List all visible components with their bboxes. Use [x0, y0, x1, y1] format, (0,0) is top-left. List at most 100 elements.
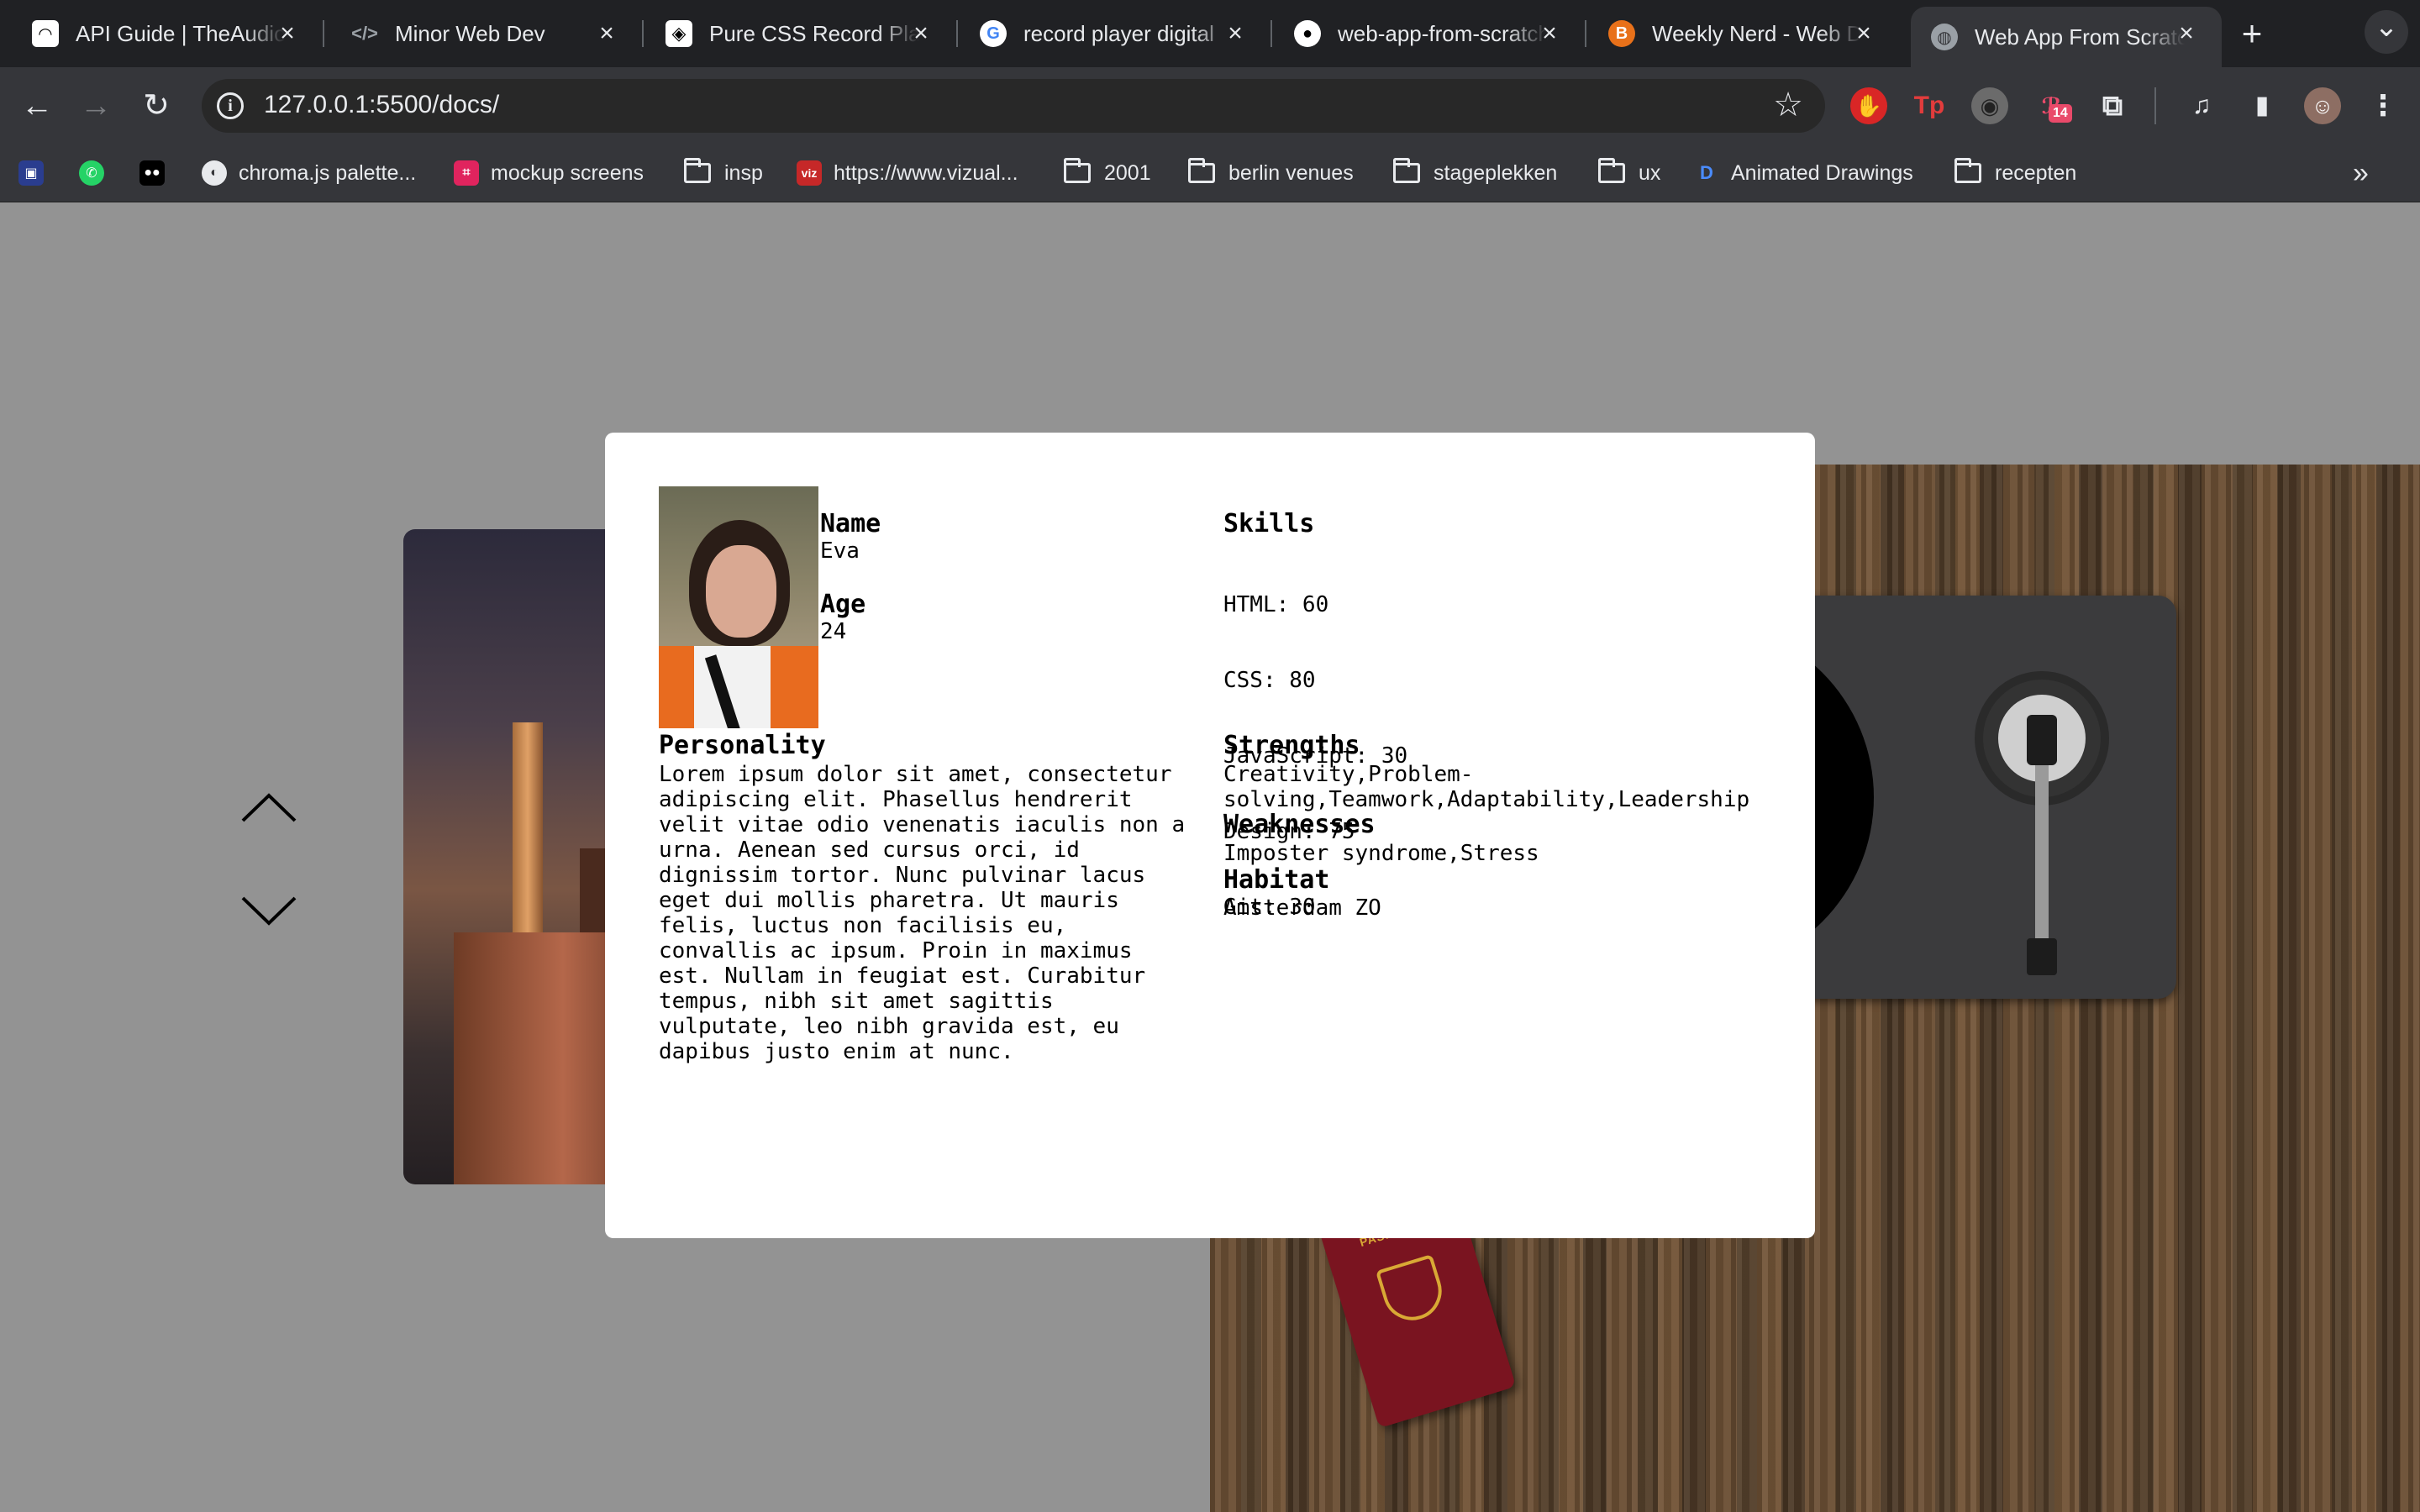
- bookmark-folder-ux[interactable]: ux: [1598, 156, 1660, 190]
- tab-title: Web App From Scratch: [1975, 24, 2185, 50]
- tab-minor-web-dev[interactable]: </> Minor Web Dev ×: [331, 7, 644, 60]
- bookmark-label: recepten: [1995, 160, 2077, 185]
- extensions-puzzle-icon[interactable]: ⧉: [2094, 87, 2131, 124]
- tab-weekly-nerd[interactable]: B Weekly Nerd - Web Dev ×: [1588, 7, 1899, 60]
- headphones-icon: ◠: [32, 20, 59, 47]
- bookmark-tv[interactable]: ▣: [18, 156, 55, 190]
- stop-extension-icon[interactable]: ✋: [1850, 87, 1887, 124]
- mockup-icon: ⌗: [454, 160, 479, 186]
- bookmark-medium[interactable]: ●●: [139, 156, 176, 190]
- profile-avatar[interactable]: ☺: [2304, 87, 2341, 124]
- chevron-down-icon[interactable]: [239, 895, 298, 928]
- address-bar[interactable]: i 127.0.0.1:5500/docs/ ☆: [202, 79, 1825, 133]
- medium-icon: ●●: [139, 160, 165, 186]
- habitat-label: Habitat: [1223, 865, 1330, 895]
- close-icon[interactable]: ×: [1222, 20, 1249, 47]
- skill-item: CSS: 80: [1223, 668, 1316, 693]
- bookmark-mockup[interactable]: ⌗ mockup screens: [454, 156, 644, 190]
- personality-text: Lorem ipsum dolor sit amet, consectetur …: [659, 762, 1186, 1064]
- name-value: Eva: [820, 538, 860, 564]
- bookmarks-bar: ▣ ✆ ●● ◐ chroma.js palette... ⌗ mockup scr…: [0, 144, 2420, 202]
- bookmark-folder-2001[interactable]: 2001: [1064, 156, 1151, 190]
- side-panel-icon[interactable]: ▮: [2244, 87, 2281, 124]
- whatsapp-icon: ✆: [79, 160, 104, 186]
- bookmark-animated-drawings[interactable]: D Animated Drawings: [1694, 156, 1913, 190]
- bookmark-folder-stageplekken[interactable]: stageplekken: [1393, 156, 1557, 190]
- code-icon: </>: [351, 23, 378, 44]
- browser-chrome: ◠ API Guide | TheAudioDB × </> Minor Web…: [0, 0, 2420, 202]
- bookmark-vizual[interactable]: viz https://www.vizual...: [797, 156, 1018, 190]
- tonearm-weight: [2027, 715, 2057, 765]
- tp-extension-icon[interactable]: Tp: [1911, 87, 1948, 124]
- bookmark-label: https://www.vizual...: [834, 160, 1018, 185]
- bookmark-label: mockup screens: [491, 160, 644, 185]
- tab-separator: [642, 20, 644, 47]
- chevron-up-icon[interactable]: [239, 790, 298, 824]
- tab-search-button[interactable]: ⌄: [2365, 10, 2408, 54]
- tab-title: API Guide | TheAudioDB: [76, 20, 286, 46]
- tab-css-record-player[interactable]: ◈ Pure CSS Record Player ×: [645, 7, 958, 60]
- toolbar: ← → ↻ i 127.0.0.1:5500/docs/ ☆ ✋ Tp ◉ ℛ …: [0, 67, 2420, 144]
- weaknesses-label: Weaknesses: [1223, 810, 1376, 839]
- extension-badge: 14: [2049, 104, 2072, 123]
- close-icon[interactable]: ×: [2173, 20, 2200, 47]
- tab-google-search[interactable]: G record player digital ×: [960, 7, 1272, 60]
- toolbar-divider: [2154, 87, 2156, 124]
- bookmark-label: ux: [1639, 160, 1661, 185]
- url-text[interactable]: 127.0.0.1:5500/docs/: [264, 91, 499, 119]
- tab-title: record player digital: [1023, 20, 1214, 46]
- folder-icon: [1064, 158, 1091, 183]
- bookmark-folder-recepten[interactable]: recepten: [1954, 156, 2076, 190]
- tab-strip: ◠ API Guide | TheAudioDB × </> Minor Web…: [0, 0, 2420, 67]
- bookmark-star-icon[interactable]: ☆: [1773, 86, 1803, 124]
- close-icon[interactable]: ×: [908, 20, 934, 47]
- bookmark-whatsapp[interactable]: ✆: [79, 156, 116, 190]
- bookmark-chroma[interactable]: ◐ chroma.js palette...: [202, 156, 416, 190]
- github-icon: ●: [1294, 20, 1321, 47]
- folder-icon: [1598, 158, 1625, 183]
- strengths-value: Creativity,Problem- solving,Teamwork,Ada…: [1223, 762, 1750, 812]
- reload-button[interactable]: ↻: [136, 86, 176, 126]
- bookmark-label: insp: [724, 160, 763, 185]
- new-tab-button[interactable]: +: [2232, 13, 2272, 54]
- bookmark-folder-berlin[interactable]: berlin venues: [1188, 156, 1354, 190]
- folder-icon: [1393, 158, 1420, 183]
- close-icon[interactable]: ×: [593, 20, 620, 47]
- tab-title: Pure CSS Record Player: [709, 20, 919, 46]
- skills-label: Skills: [1223, 509, 1315, 538]
- turntable[interactable]: [1521, 596, 2176, 999]
- weaknesses-value: Imposter syndrome,Stress: [1223, 841, 1539, 866]
- menu-kebab-icon[interactable]: ⋮: [2365, 87, 2402, 124]
- folder-icon: [1188, 158, 1215, 183]
- close-icon[interactable]: ×: [1850, 20, 1877, 47]
- bookmark-label: stageplekken: [1434, 160, 1558, 185]
- pink-extension-icon[interactable]: ℛ 14: [2033, 87, 2072, 124]
- tab-github[interactable]: ● web-app-from-scratch ×: [1274, 7, 1586, 60]
- photo-shirt: [659, 646, 818, 728]
- chroma-icon: ◐: [202, 160, 227, 186]
- tonearm[interactable]: [2035, 738, 2049, 965]
- tab-web-app-from-scratch[interactable]: ◍ Web App From Scratch ×: [1911, 7, 2222, 67]
- media-control-icon[interactable]: ♫: [2183, 87, 2220, 124]
- bookmark-label: Animated Drawings: [1731, 160, 1913, 185]
- name-label: Name: [820, 509, 881, 538]
- bookmarks-overflow-button[interactable]: »: [2353, 156, 2369, 190]
- profile-card: Name Eva Age 24 Personality Lorem ipsum …: [605, 433, 1815, 1238]
- tab-api-guide[interactable]: ◠ API Guide | TheAudioDB ×: [12, 7, 324, 60]
- site-info-icon[interactable]: i: [217, 92, 244, 119]
- tab-title: web-app-from-scratch: [1338, 20, 1548, 46]
- codepen-icon: ◈: [666, 20, 692, 47]
- tab-title: Weekly Nerd - Web Dev: [1652, 20, 1862, 46]
- tab-title: Minor Web Dev: [395, 20, 545, 46]
- tab-separator: [1270, 20, 1272, 47]
- bookmark-folder-insp[interactable]: insp: [684, 156, 763, 190]
- animated-drawings-icon: D: [1700, 162, 1713, 183]
- close-icon[interactable]: ×: [1536, 20, 1563, 47]
- folder-icon: [684, 158, 711, 183]
- tab-separator: [1585, 20, 1586, 47]
- forward-button[interactable]: →: [76, 86, 116, 126]
- photo-face: [706, 545, 776, 638]
- back-button[interactable]: ←: [17, 86, 57, 126]
- circle-extension-icon[interactable]: ◉: [1971, 87, 2008, 124]
- close-icon[interactable]: ×: [274, 20, 301, 47]
